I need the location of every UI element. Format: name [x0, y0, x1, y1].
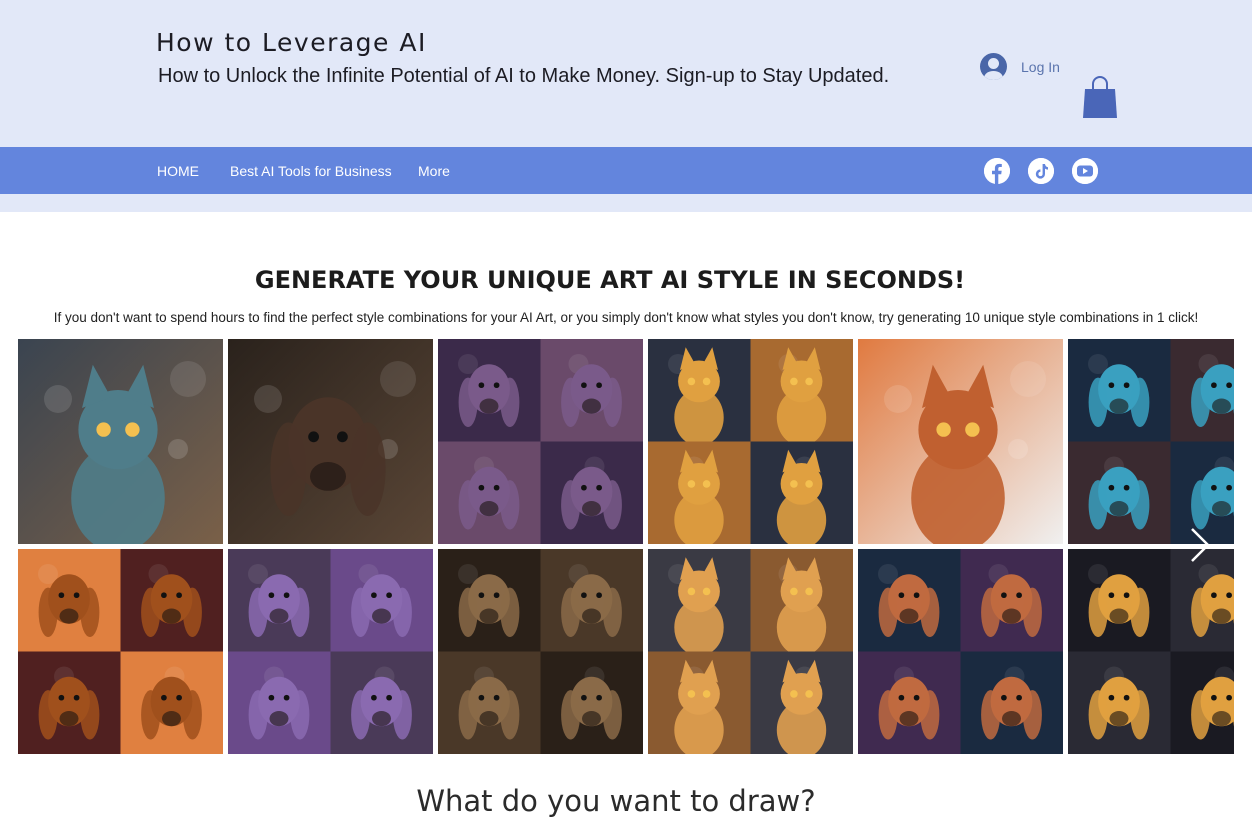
gallery-image[interactable] — [438, 339, 643, 544]
art-gallery — [18, 339, 1234, 754]
user-avatar-icon — [980, 53, 1007, 80]
nav-more[interactable]: More — [418, 163, 450, 179]
shopping-bag-icon[interactable] — [1082, 75, 1118, 119]
gallery-image[interactable] — [18, 339, 223, 544]
site-title[interactable]: How to Leverage AI — [156, 28, 427, 57]
gallery-image[interactable] — [1068, 549, 1234, 754]
gallery-image[interactable] — [648, 549, 853, 754]
page: How to Leverage AI How to Unlock the Inf… — [0, 0, 1252, 837]
gallery-image[interactable] — [1068, 339, 1234, 544]
gallery-image[interactable] — [858, 339, 1063, 544]
section-headline: GENERATE YOUR UNIQUE ART AI STYLE IN SEC… — [254, 266, 966, 294]
gallery-image[interactable] — [438, 549, 643, 754]
site-header: How to Leverage AI How to Unlock the Inf… — [0, 0, 1252, 147]
gallery-image[interactable] — [858, 549, 1063, 754]
youtube-icon[interactable] — [1072, 158, 1098, 184]
draw-prompt-heading: What do you want to draw? — [416, 784, 816, 818]
site-tagline: How to Unlock the Infinite Potential of … — [158, 65, 890, 87]
gallery-image[interactable] — [18, 549, 223, 754]
nav-home[interactable]: HOME — [157, 163, 199, 179]
facebook-icon[interactable] — [984, 158, 1010, 184]
gallery-image[interactable] — [228, 339, 433, 544]
section-description: If you don't want to spend hours to find… — [53, 310, 1199, 325]
login-button[interactable]: Log In — [980, 53, 1060, 80]
gallery-image[interactable] — [648, 339, 853, 544]
login-label: Log In — [1021, 58, 1060, 75]
nav-best-ai-tools[interactable]: Best AI Tools for Business — [230, 163, 392, 179]
gallery-image[interactable] — [228, 549, 433, 754]
gallery-next-arrow-icon[interactable] — [1184, 525, 1214, 565]
main-nav: HOME Best AI Tools for Business More — [0, 147, 1252, 194]
header-bottom-strip — [0, 194, 1252, 212]
tiktok-icon[interactable] — [1028, 158, 1054, 184]
